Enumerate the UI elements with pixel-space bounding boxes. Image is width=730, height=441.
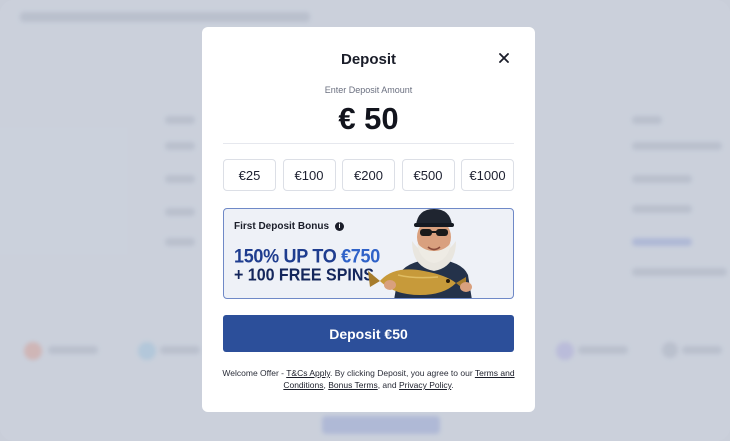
bonus-terms-link[interactable]: Bonus Terms xyxy=(328,380,377,390)
amount-divider xyxy=(223,143,514,144)
preset-25-button[interactable]: €25 xyxy=(223,159,276,191)
legal-prefix: Welcome Offer - xyxy=(222,368,287,378)
first-deposit-bonus-card[interactable]: First Deposit Bonus i 150% UP TO €750 + … xyxy=(223,208,514,299)
deposit-button[interactable]: Deposit €50 xyxy=(223,315,514,352)
amount-label: Enter Deposit Amount xyxy=(324,85,413,95)
bonus-heading: First Deposit Bonus i xyxy=(234,221,345,232)
modal-title: Deposit xyxy=(340,51,396,68)
amount-input[interactable]: € 50 xyxy=(202,101,535,137)
close-icon xyxy=(499,53,509,63)
bonus-offer-prefix: 150% UP TO xyxy=(234,245,342,267)
deposit-modal: Deposit Enter Deposit Amount € 50 €25 €1… xyxy=(202,27,535,412)
preset-amounts: €25 €100 €200 €500 €1000 xyxy=(223,159,514,191)
preset-100-button[interactable]: €100 xyxy=(282,159,336,191)
info-icon[interactable]: i xyxy=(335,222,345,231)
legal-end: . xyxy=(451,380,454,390)
bonus-heading-text: First Deposit Bonus xyxy=(234,221,330,232)
close-button[interactable] xyxy=(497,51,511,65)
fisherman-illustration xyxy=(368,209,472,298)
preset-1000-button[interactable]: €1000 xyxy=(461,159,514,191)
preset-500-button[interactable]: €500 xyxy=(401,159,455,191)
legal-text: Welcome Offer - T&Cs Apply. By clicking … xyxy=(222,367,515,391)
tcs-link[interactable]: T&Cs Apply xyxy=(286,368,330,378)
legal-middle: . By clicking Deposit, you agree to our xyxy=(329,368,475,378)
privacy-policy-link[interactable]: Privacy Policy xyxy=(399,380,451,390)
preset-200-button[interactable]: €200 xyxy=(342,159,395,191)
legal-and: , and xyxy=(377,380,399,390)
